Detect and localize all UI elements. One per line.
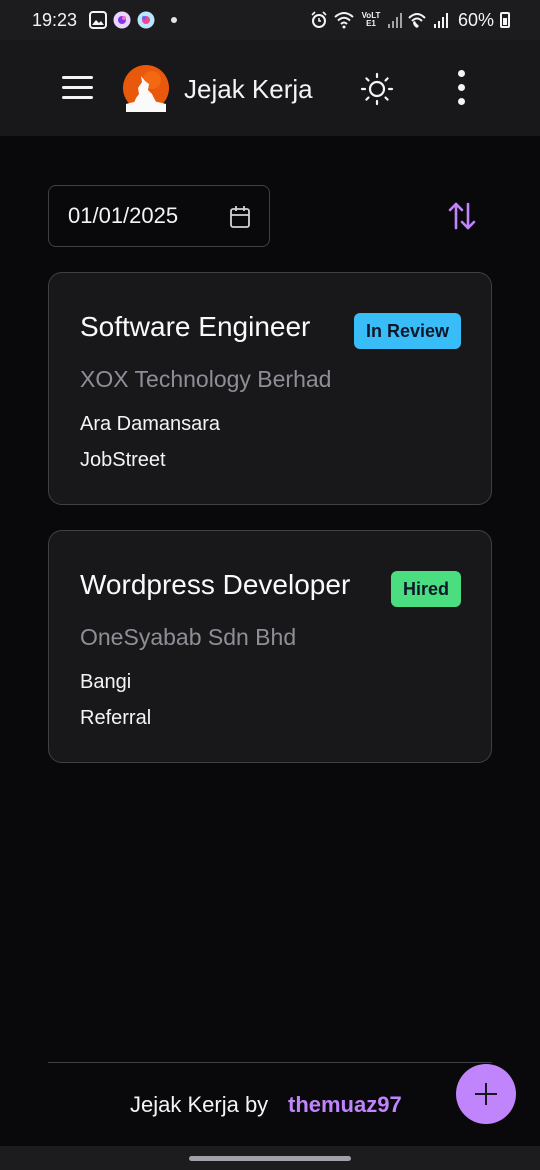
volte-icon: VoLTE1 [361,11,381,28]
job-source: Referral [80,707,152,729]
navigation-bar [0,1146,540,1170]
gallery-icon [89,11,108,29]
status-badge: In Review [353,313,461,349]
date-filter-input[interactable]: 01/01/2025 [48,185,270,247]
footer-text: Jejak Kerja by [130,1092,269,1117]
alarm-icon [311,11,327,28]
wolf-logo [123,65,169,112]
job-card[interactable]: Software Engineer In Review XOX Technolo… [48,272,492,505]
more-dot [458,70,465,77]
job-title: Software Engineer [80,311,311,342]
add-job-button[interactable] [456,1064,516,1124]
wifi-icon [334,12,354,29]
more-dot [458,98,465,105]
status-right: VoLTE1 60% [310,10,510,31]
app-bar: Jejak Kerja [0,40,540,136]
footer-author-link[interactable]: themuaz97 [288,1092,402,1118]
menu-button[interactable] [62,76,94,100]
signal-icon [387,13,402,28]
date-filter-value: 01/01/2025 [68,203,179,228]
app-icon [113,11,131,29]
app-icon [137,11,155,29]
notification-dot [171,17,178,23]
home-gesture-handle[interactable] [189,1156,351,1161]
job-location: Ara Damansara [80,413,221,435]
job-title: Wordpress Developer [80,569,351,600]
app-title: Jejak Kerja [184,74,313,104]
status-badge: Hired [390,571,461,607]
battery-icon [500,12,510,28]
status-left: 19:23 [32,9,178,31]
menu-icon-bar [62,96,93,99]
menu-icon-bar [62,86,93,89]
sun-icon[interactable] [360,72,394,106]
signal-icon [433,13,448,28]
sort-arrows-icon[interactable] [446,200,478,232]
status-time: 19:23 [32,9,78,30]
job-card[interactable]: Wordpress Developer Hired OneSyabab Sdn … [48,530,492,763]
wifi-calling-icon [408,13,426,28]
menu-icon [62,76,93,79]
more-dot [458,84,465,91]
job-source: JobStreet [80,449,166,471]
more-vertical-icon[interactable] [452,70,472,106]
job-company: OneSyabab Sdn Bhd [80,624,297,650]
job-company: XOX Technology Berhad [80,366,332,392]
status-bar: 19:23 VoLTE1 60% [0,0,540,40]
job-location: Bangi [80,671,132,693]
footer-divider [48,1062,492,1063]
battery-percent: 60% [457,9,494,30]
calendar-icon[interactable] [229,205,251,229]
